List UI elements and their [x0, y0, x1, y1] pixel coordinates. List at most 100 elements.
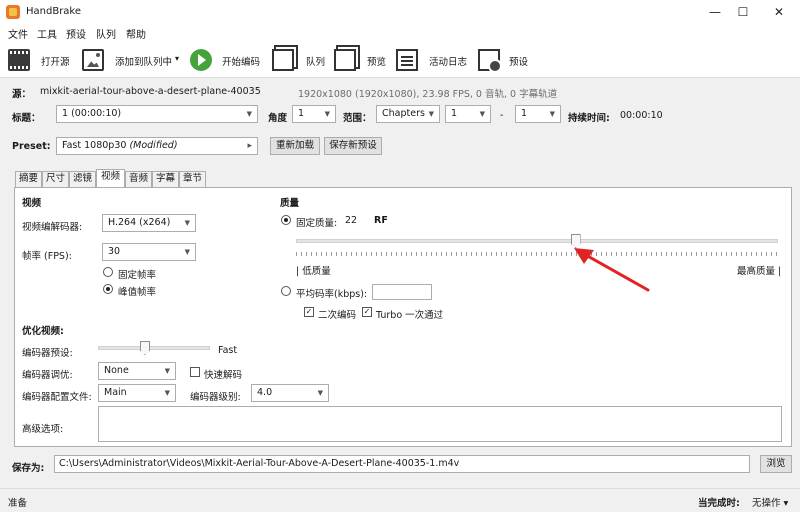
chevron-down-icon: ▼	[184, 219, 190, 227]
annotation-arrow-icon	[574, 248, 650, 292]
menu-help[interactable]: 帮助	[126, 26, 146, 41]
profile-select[interactable]: Main ▼	[98, 384, 176, 402]
avg-bitrate-input[interactable]	[372, 284, 432, 300]
angle-select-value: 1	[298, 108, 305, 119]
tab-chapters[interactable]: 章节	[179, 171, 206, 187]
presets-gear-icon[interactable]	[478, 49, 502, 73]
profile-value: Main	[104, 387, 127, 398]
save-new-preset-button[interactable]: 保存新预设	[324, 137, 382, 155]
source-info: 1920x1080 (1920x1080), 23.98 FPS, 0 音轨, …	[298, 89, 558, 100]
level-value: 4.0	[257, 387, 273, 398]
add-to-queue-button[interactable]: 添加到队列中	[115, 54, 172, 68]
fps-select[interactable]: 30 ▼	[102, 243, 196, 261]
range-type-select[interactable]: Chapters ▼	[376, 105, 440, 123]
quality-slider-track[interactable]	[296, 239, 778, 243]
arrow-right-icon: ▸	[247, 141, 252, 151]
preview-button[interactable]: 预览	[367, 54, 386, 68]
range-end-select[interactable]: 1 ▼	[515, 105, 561, 123]
handbrake-logo-icon	[6, 5, 20, 19]
chevron-down-icon: ▼	[428, 110, 434, 118]
when-done-select[interactable]: 无操作 ▾	[752, 495, 788, 509]
window-title: HandBrake	[26, 6, 82, 17]
source-label: 源：	[12, 89, 32, 100]
level-select[interactable]: 4.0 ▼	[251, 384, 329, 402]
chevron-down-icon: ▼	[324, 110, 330, 118]
advanced-options-label: 高级选项:	[22, 424, 64, 435]
preset-label: Preset:	[12, 141, 51, 152]
tab-video[interactable]: 视频	[96, 169, 125, 188]
range-start-select[interactable]: 1 ▼	[445, 105, 491, 123]
turbo-checkbox[interactable]: ✓	[362, 307, 372, 317]
menu-queue[interactable]: 队列	[96, 26, 116, 41]
title-label: 标题：	[12, 113, 41, 124]
tab-dimensions[interactable]: 尺寸	[42, 171, 69, 187]
when-done-label: 当完成时:	[698, 498, 740, 509]
menu-bar: 文件 工具 预设 队列 帮助	[0, 24, 800, 42]
tab-audio[interactable]: 音频	[125, 171, 152, 187]
activity-log-button[interactable]: 活动日志	[429, 54, 467, 68]
close-button[interactable]: ✕	[764, 2, 794, 22]
range-start-value: 1	[451, 108, 458, 119]
codec-label: 视频编解码器:	[22, 222, 83, 233]
rf-value: 22	[345, 215, 358, 226]
minimize-button[interactable]: —	[700, 2, 730, 22]
optimize-section-label: 优化视频:	[22, 326, 64, 337]
encoder-preset-value: Fast	[218, 345, 238, 356]
menu-tools[interactable]: 工具	[37, 26, 57, 41]
add-queue-photo-icon[interactable]	[82, 49, 104, 71]
activity-log-icon[interactable]	[396, 49, 418, 71]
low-quality-label: | 低质量	[296, 266, 331, 277]
profile-label: 编码器配置文件:	[22, 392, 92, 403]
chevron-down-icon: ▼	[164, 367, 170, 375]
title-select[interactable]: 1 (00:00:10) ▼	[56, 105, 258, 123]
chevron-down-icon: ▼	[164, 389, 170, 397]
advanced-options-input[interactable]	[98, 406, 782, 442]
preset-value: Fast 1080p30	[62, 140, 127, 151]
angle-select[interactable]: 1 ▼	[292, 105, 336, 123]
codec-select[interactable]: H.264 (x264) ▼	[102, 214, 196, 232]
maximize-button[interactable]: ☐	[728, 2, 758, 22]
constant-fps-radio[interactable]	[103, 267, 113, 277]
chevron-down-icon: ▼	[184, 248, 190, 256]
tab-filters[interactable]: 滤镜	[69, 171, 96, 187]
open-source-button[interactable]: 打开源	[41, 54, 70, 68]
fast-decode-checkbox[interactable]	[190, 367, 200, 377]
save-path-input[interactable]: C:\Users\Administrator\Videos\Mixkit-Aer…	[54, 455, 750, 473]
play-icon[interactable]	[190, 49, 212, 71]
add-to-queue-chevron-icon[interactable]: ▾	[175, 54, 179, 63]
tab-summary[interactable]: 摘要	[15, 171, 42, 187]
queue-button[interactable]: 队列	[306, 54, 325, 68]
presets-button[interactable]: 预设	[509, 54, 528, 68]
menu-presets[interactable]: 预设	[66, 26, 86, 41]
chevron-down-icon: ▼	[479, 110, 485, 118]
constant-quality-radio[interactable]	[281, 215, 291, 225]
start-encode-button[interactable]: 开始编码	[222, 54, 260, 68]
title-bar: HandBrake — ☐ ✕	[0, 0, 800, 24]
tune-select[interactable]: None ▼	[98, 362, 176, 380]
range-type-value: Chapters	[382, 108, 425, 119]
status-text: 准备	[8, 498, 28, 509]
high-quality-label: 最高质量 |	[737, 266, 782, 277]
two-pass-label: 二次编码	[318, 310, 357, 321]
reload-preset-button[interactable]: 重新加载	[270, 137, 320, 155]
title-select-value: 1 (00:00:10)	[62, 108, 122, 119]
avg-bitrate-radio[interactable]	[281, 286, 291, 296]
constant-quality-label: 固定质量:	[296, 218, 338, 229]
browse-button[interactable]: 浏览	[760, 455, 792, 473]
two-pass-checkbox[interactable]: ✓	[304, 307, 314, 317]
film-clapper-icon[interactable]	[8, 49, 30, 71]
level-label: 编码器级别:	[190, 392, 241, 403]
fps-label: 帧率 (FPS):	[22, 251, 72, 262]
preset-selector[interactable]: Fast 1080p30 (Modified) ▸	[56, 137, 258, 155]
quality-section-label: 质量	[280, 198, 300, 209]
peak-fps-radio[interactable]	[103, 284, 113, 294]
range-end-value: 1	[521, 108, 528, 119]
toolbar: 打开源 添加到队列中 ▾ 开始编码 队列 预览 活动日志 预设	[0, 42, 800, 78]
codec-value: H.264 (x264)	[108, 217, 171, 228]
encoder-preset-slider-track[interactable]	[98, 346, 210, 350]
quality-slider-ticks	[296, 252, 778, 256]
queue-stack-icon[interactable]	[272, 49, 294, 71]
tab-subtitles[interactable]: 字幕	[152, 171, 179, 187]
preview-stack-icon[interactable]	[334, 49, 356, 71]
menu-file[interactable]: 文件	[8, 26, 28, 41]
